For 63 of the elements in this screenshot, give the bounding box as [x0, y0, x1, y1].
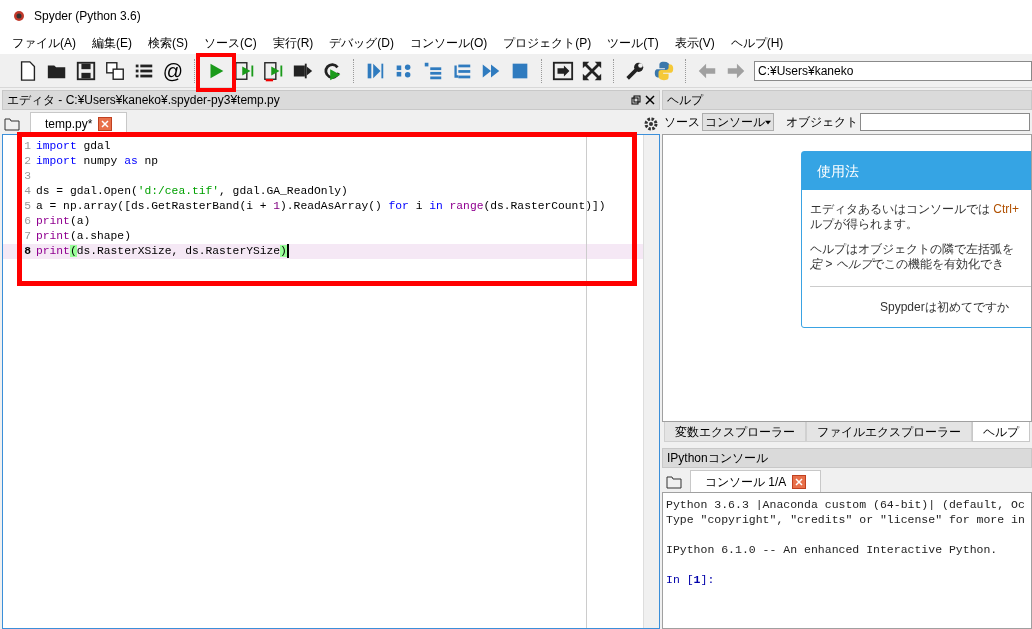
source-label: ソース — [664, 114, 700, 131]
pane-title: IPythonコンソール — [667, 450, 768, 467]
settings-icon[interactable] — [644, 117, 658, 131]
line-number: 3 — [23, 169, 32, 184]
path-field[interactable]: C:¥Users¥kaneko — [754, 60, 1032, 81]
object-field[interactable] — [860, 113, 1030, 131]
console-output-line: Python 3.6.3 |Anaconda custom (64-bit)| (default, Oc — [666, 497, 1026, 512]
editor-tab[interactable]: temp.py* — [30, 112, 128, 134]
fullscreen-icon — [581, 59, 603, 82]
code-line[interactable]: import gdal — [33, 139, 111, 154]
line-number: 8 — [23, 244, 32, 259]
menu-item[interactable]: コンソール(O) — [402, 34, 496, 52]
console-tab[interactable]: コンソール 1/A — [690, 470, 822, 492]
line-number: 2 — [23, 154, 32, 169]
help-footer: Spypderは初めてですか — [810, 287, 1031, 327]
line-number: 4 — [23, 184, 32, 199]
maximize-pane-icon — [552, 59, 574, 82]
code-line[interactable]: import numpy as np — [33, 154, 159, 169]
run-cell-icon — [234, 59, 256, 82]
text-cursor — [286, 244, 289, 258]
code-line[interactable]: print(a.shape) — [33, 229, 131, 244]
run-cell-advance-icon — [263, 59, 285, 82]
python-logo-icon — [653, 59, 675, 82]
floppy-disks-icon — [104, 59, 126, 82]
console-prompt: In [1]: — [666, 572, 715, 587]
console-output-line: IPython 6.1.0 -- An enhanced Interactive Python. — [666, 542, 999, 557]
menu-item[interactable]: デバッグ(D) — [321, 34, 402, 52]
menu-item[interactable]: 検索(S) — [140, 34, 196, 52]
pane-tab[interactable]: 変数エクスプローラー — [664, 422, 806, 442]
menu-item[interactable]: 実行(R) — [264, 34, 322, 52]
menu-item[interactable]: ヘルプ(H) — [722, 34, 792, 52]
line-number: 5 — [23, 199, 32, 214]
line-number: 1 — [23, 139, 32, 154]
scrollbar[interactable] — [643, 135, 659, 628]
menu-item[interactable]: プロジェクト(P) — [495, 34, 600, 52]
pane-title: ヘルプ — [667, 92, 703, 109]
card-heading: 使用法 — [802, 152, 1031, 190]
dropdown-arrow-icon — [765, 119, 771, 125]
menu-item[interactable]: ツール(T) — [599, 34, 667, 52]
code-line[interactable]: ds = gdal.Open('d:/cea.tif', gdal.GA_ReadOnly) — [33, 184, 348, 199]
code-line[interactable]: print(a) — [33, 214, 91, 229]
pane-tab[interactable]: ヘルプ — [972, 422, 1030, 442]
folder-icon[interactable] — [4, 117, 20, 131]
code-line[interactable]: print(ds.RasterXSize, ds.RasterYSize) — [33, 244, 287, 259]
line-number: 6 — [23, 214, 32, 229]
line-number: 7 — [23, 229, 32, 244]
console-output-line: Type "copyright", "credits" or "license" for more in — [666, 512, 1026, 527]
close-icon[interactable] — [645, 95, 655, 105]
undock-icon[interactable] — [631, 95, 641, 105]
menu-item[interactable]: ソース(C) — [196, 34, 265, 52]
object-label: オブジェクト — [786, 114, 858, 131]
folder-icon[interactable] — [666, 475, 682, 489]
at-sign-button[interactable]: @ — [161, 57, 185, 84]
help-paragraph: エディタあるいはコンソールでは Ctrl+ ルプが得られます。 — [810, 202, 1020, 232]
menu-item[interactable]: ファイル(A) — [4, 34, 84, 52]
pane-tab[interactable]: ファイルエクスプローラー — [806, 422, 972, 442]
window-title: Spyder (Python 3.6) — [34, 8, 141, 25]
code-line[interactable]: a = np.array([ds.GetRasterBand(i + 1).ReadAsArray() for i in range(ds.RasterCount)]) — [33, 199, 606, 214]
source-dropdown[interactable]: コンソール — [702, 113, 774, 131]
menu-item[interactable]: 編集(E) — [84, 34, 140, 52]
menu-item[interactable]: 表示(V) — [666, 34, 723, 52]
help-paragraph: ヘルプはオブジェクトの隣で左括弧を 定 > ヘルプでこの機能を有効化でき — [810, 242, 1015, 272]
pane-title: エディタ - C:¥Users¥kaneko¥.spyder-py3¥temp.py — [7, 92, 281, 109]
